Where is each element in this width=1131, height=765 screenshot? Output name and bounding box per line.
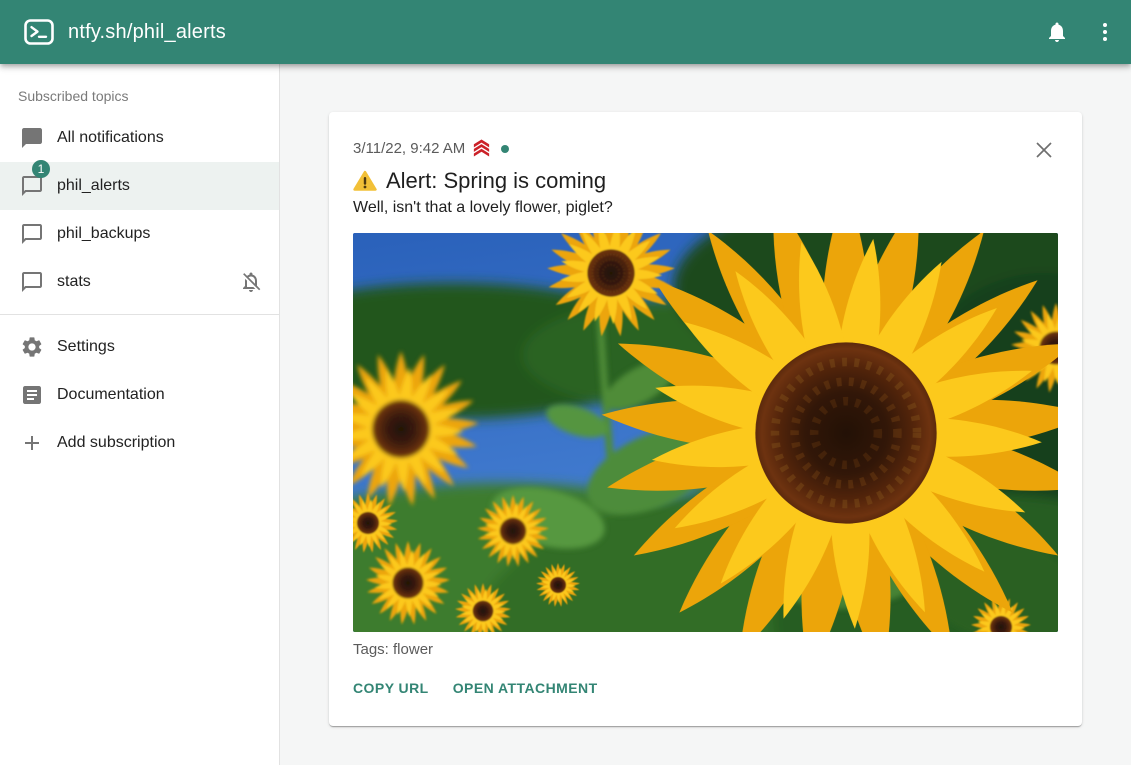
sidebar-item-phil-backups[interactable]: phil_backups [0,210,279,258]
chat-bubble-outline-icon [20,222,44,246]
notification-tags: Tags: flower [353,641,1058,658]
copy-url-button[interactable]: COPY URL [353,674,429,702]
chat-bubble-outline-icon: 1 [20,174,44,198]
article-icon [20,383,44,407]
open-attachment-button[interactable]: OPEN ATTACHMENT [453,674,598,702]
plus-icon [20,431,44,455]
gear-icon [20,335,44,359]
chat-bubble-outline-icon [20,270,44,294]
notifications-muted-icon [239,270,263,294]
close-icon [1035,141,1053,159]
close-notification-button[interactable] [1028,134,1060,166]
unread-count-badge: 1 [32,160,50,178]
chat-bubble-filled-icon [20,126,44,150]
notification-meta-row: 3/11/22, 9:42 AM [353,138,1058,159]
sidebar-item-add-subscription[interactable]: Add subscription [0,419,279,467]
app-bar: ntfy.sh/phil_alerts [0,0,1131,64]
bell-icon [1045,20,1069,44]
sidebar-item-label: phil_backups [57,225,150,243]
attachment-image-sunflower-field[interactable] [353,233,1058,632]
sidebar-item-label: Settings [57,338,115,356]
sidebar-item-label: phil_alerts [57,177,130,195]
sidebar-divider [0,314,279,315]
notification-title: Alert: Spring is coming [353,168,1058,194]
sidebar-item-stats[interactable]: stats [0,258,279,306]
unread-dot [501,145,509,153]
notification-body: Well, isn't that a lovely flower, piglet… [353,199,1058,217]
priority-max-icon [470,138,493,159]
kebab-menu-icon [1093,20,1117,44]
sidebar-item-label: Add subscription [57,434,175,452]
notification-actions: COPY URL OPEN ATTACHMENT [353,674,1058,702]
sidebar-item-settings[interactable]: Settings [0,323,279,371]
sidebar: Subscribed topics All notifications 1 ph… [0,64,280,765]
ntfy-app: ntfy.sh/phil_alerts Subscribed topics [0,0,1131,765]
subscribed-topics-label: Subscribed topics [0,88,279,114]
notification-timestamp: 3/11/22, 9:42 AM [353,140,465,157]
sidebar-item-documentation[interactable]: Documentation [0,371,279,419]
page-title: ntfy.sh/phil_alerts [68,21,1031,44]
sidebar-item-label: Documentation [57,386,165,404]
main-content: 3/11/22, 9:42 AM [280,64,1131,765]
sidebar-item-label: stats [57,273,91,291]
overflow-menu-button[interactable] [1083,10,1127,54]
sidebar-item-phil-alerts[interactable]: 1 phil_alerts [0,162,279,210]
sidebar-item-label: All notifications [57,129,164,147]
notification-card: 3/11/22, 9:42 AM [329,112,1082,726]
warning-icon [353,170,377,192]
terminal-logo-icon [24,19,54,45]
notifications-button[interactable] [1035,10,1079,54]
sidebar-item-all-notifications[interactable]: All notifications [0,114,279,162]
